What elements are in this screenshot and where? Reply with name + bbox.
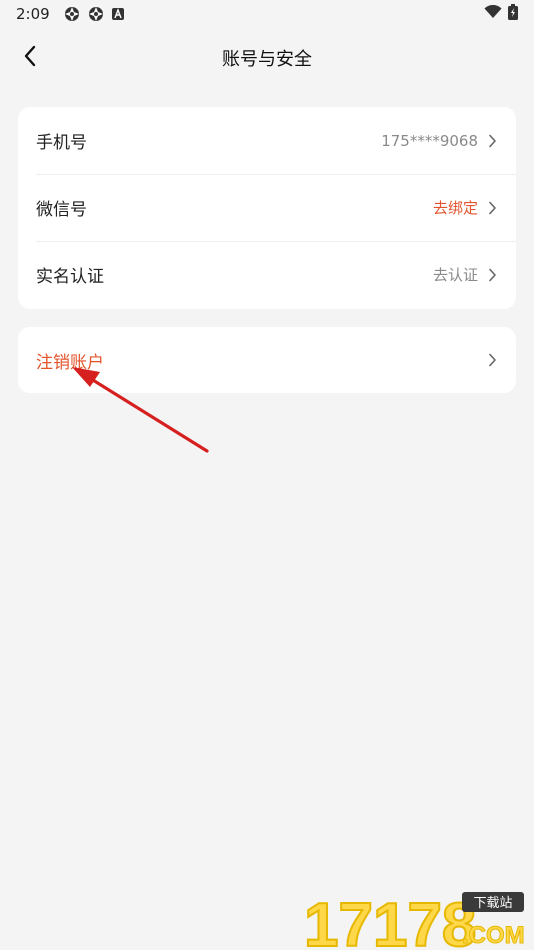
cancel-account-label: 注销账户 xyxy=(36,352,104,373)
chevron-right-icon xyxy=(486,133,498,149)
watermark-number: 17178 xyxy=(304,891,476,950)
aperture-icon xyxy=(64,6,80,22)
cancel-account-row[interactable]: 注销账户 xyxy=(18,327,516,393)
battery-charging-icon xyxy=(508,4,518,24)
status-bar: 2:09 xyxy=(0,0,534,28)
header: 账号与安全 xyxy=(0,34,534,82)
back-button[interactable] xyxy=(14,42,46,74)
watermark-logo: 17178 下载站 .COM xyxy=(302,888,528,950)
chevron-right-icon xyxy=(486,352,498,368)
status-right xyxy=(484,4,518,24)
wechat-label: 微信号 xyxy=(36,200,87,220)
real-name-action: 去认证 xyxy=(432,266,478,284)
watermark-badge: 下载站 xyxy=(473,896,512,911)
chevron-right-icon xyxy=(486,267,498,283)
phone-number-value: 175****9068 xyxy=(381,131,478,150)
real-name-verification-row[interactable]: 实名认证 去认证 xyxy=(18,241,516,308)
page-title: 账号与安全 xyxy=(222,49,312,70)
aperture-icon xyxy=(88,6,104,22)
wechat-row[interactable]: 微信号 去绑定 xyxy=(18,174,516,241)
watermark-domain: .COM xyxy=(462,922,525,949)
cancel-account-card: 注销账户 xyxy=(18,327,516,393)
chevron-left-icon xyxy=(23,45,37,71)
a-box-icon xyxy=(111,8,124,20)
phone-number-label: 手机号 xyxy=(36,133,87,153)
phone-number-row[interactable]: 手机号 175****9068 xyxy=(18,107,516,174)
real-name-label: 实名认证 xyxy=(36,267,104,287)
account-info-card: 手机号 175****9068 微信号 去绑定 实名认证 去认证 xyxy=(18,107,516,309)
status-time: 2:09 xyxy=(16,5,50,23)
chevron-right-icon xyxy=(486,200,498,216)
wifi-icon xyxy=(484,4,502,23)
wechat-bind-link: 去绑定 xyxy=(432,199,478,217)
